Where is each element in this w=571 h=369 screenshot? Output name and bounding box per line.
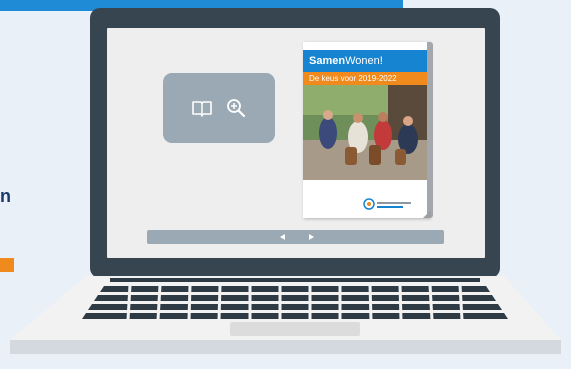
viewer-controls (163, 73, 275, 143)
laptop-trackpad (230, 322, 360, 336)
brochure-subtitle: De keus voor 2019-2022 (303, 72, 430, 85)
brochure-brand-light: Wonen! (345, 55, 383, 67)
zoom-in-icon[interactable] (226, 98, 246, 118)
laptop-screen: SamenWonen! De keus voor 2019-2022 (107, 28, 485, 258)
brochure-cover[interactable]: SamenWonen! De keus voor 2019-2022 (303, 42, 430, 218)
chevron-right-icon[interactable] (309, 234, 314, 240)
brochure-brand-bold: Samen (309, 55, 346, 67)
page-curl-corner[interactable] (423, 210, 431, 218)
laptop-base (10, 276, 561, 354)
brochure-photo (303, 85, 430, 180)
side-orange-accent (0, 258, 14, 272)
brochure-logo (363, 198, 411, 210)
book-icon[interactable] (192, 99, 212, 117)
chevron-left-icon[interactable] (280, 234, 285, 240)
brochure-title-band: SamenWonen! (303, 50, 430, 72)
page-navigation-bar[interactable] (147, 230, 444, 244)
side-heading-fragment: n (0, 186, 11, 206)
brochure-page-edge (427, 42, 433, 218)
